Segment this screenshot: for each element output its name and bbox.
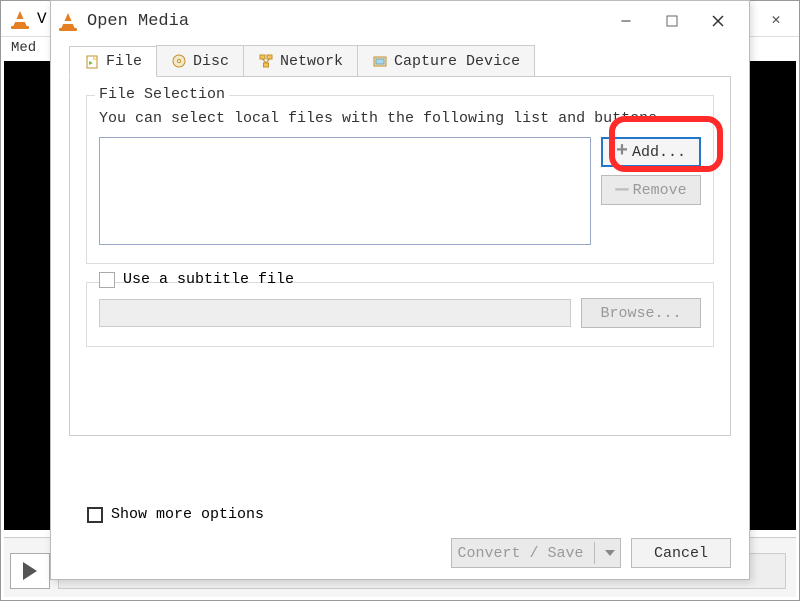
subtitle-checkbox[interactable]	[99, 272, 115, 288]
open-media-dialog: Open Media — File Disc	[50, 0, 750, 580]
subtitle-checkbox-label: Use a subtitle file	[123, 271, 294, 288]
maximize-icon	[666, 15, 678, 27]
subtitle-path-input[interactable]	[99, 299, 571, 327]
show-more-options-checkbox[interactable]	[87, 507, 103, 523]
vlc-cone-icon	[11, 9, 29, 29]
plus-icon: +	[616, 142, 628, 162]
remove-file-button[interactable]: — Remove	[601, 175, 701, 205]
tab-file[interactable]: File	[69, 46, 157, 77]
network-icon	[258, 53, 274, 69]
file-selection-group: File Selection You can select local file…	[86, 95, 714, 264]
close-icon	[711, 14, 725, 28]
subtitle-group: Use a subtitle file Browse...	[86, 282, 714, 347]
main-window-close-button[interactable]: ✕	[753, 1, 799, 37]
chevron-down-icon	[605, 550, 615, 556]
tab-capture-device[interactable]: Capture Device	[357, 45, 535, 76]
tab-disc[interactable]: Disc	[156, 45, 244, 76]
dialog-titlebar[interactable]: Open Media —	[51, 1, 749, 41]
file-list-buttons: + Add... — Remove	[601, 137, 701, 245]
file-list[interactable]	[99, 137, 591, 245]
dialog-body: File Disc Network Capture Device	[51, 41, 749, 527]
dialog-minimize-button[interactable]: —	[603, 4, 649, 38]
dialog-title: Open Media	[87, 12, 189, 31]
tab-strip: File Disc Network Capture Device	[69, 45, 731, 76]
add-file-button[interactable]: + Add...	[601, 137, 701, 167]
split-divider	[594, 542, 595, 564]
menubar-media-item[interactable]: Med	[11, 40, 36, 56]
tab-capture-label: Capture Device	[394, 53, 520, 70]
show-more-options-label: Show more options	[111, 506, 264, 523]
main-window-title: V	[37, 10, 47, 28]
browse-subtitle-button[interactable]: Browse...	[581, 298, 701, 328]
file-selection-title: File Selection	[95, 86, 229, 103]
dialog-maximize-button[interactable]	[649, 4, 695, 38]
tab-content-file: File Selection You can select local file…	[69, 76, 731, 436]
add-button-label: Add...	[632, 144, 686, 161]
minus-icon: —	[615, 179, 628, 201]
cancel-label: Cancel	[654, 545, 708, 562]
close-icon: ✕	[771, 10, 780, 29]
convert-save-button[interactable]: Convert / Save	[451, 538, 621, 568]
minimize-icon: —	[621, 13, 630, 30]
file-selection-hint: You can select local files with the foll…	[99, 110, 701, 127]
disc-icon	[171, 53, 187, 69]
show-more-options-row: Show more options	[87, 506, 731, 523]
vlc-cone-icon	[59, 11, 77, 31]
dialog-footer: Convert / Save Cancel	[51, 527, 749, 579]
tab-network[interactable]: Network	[243, 45, 358, 76]
tab-disc-label: Disc	[193, 53, 229, 70]
dialog-close-button[interactable]	[695, 4, 741, 38]
tab-network-label: Network	[280, 53, 343, 70]
capture-device-icon	[372, 53, 388, 69]
play-icon	[23, 562, 37, 580]
browse-button-label: Browse...	[600, 305, 681, 322]
file-icon	[84, 54, 100, 70]
cancel-button[interactable]: Cancel	[631, 538, 731, 568]
convert-save-label: Convert / Save	[457, 545, 583, 562]
tab-file-label: File	[106, 53, 142, 70]
play-button[interactable]	[10, 553, 50, 589]
remove-button-label: Remove	[633, 182, 687, 199]
